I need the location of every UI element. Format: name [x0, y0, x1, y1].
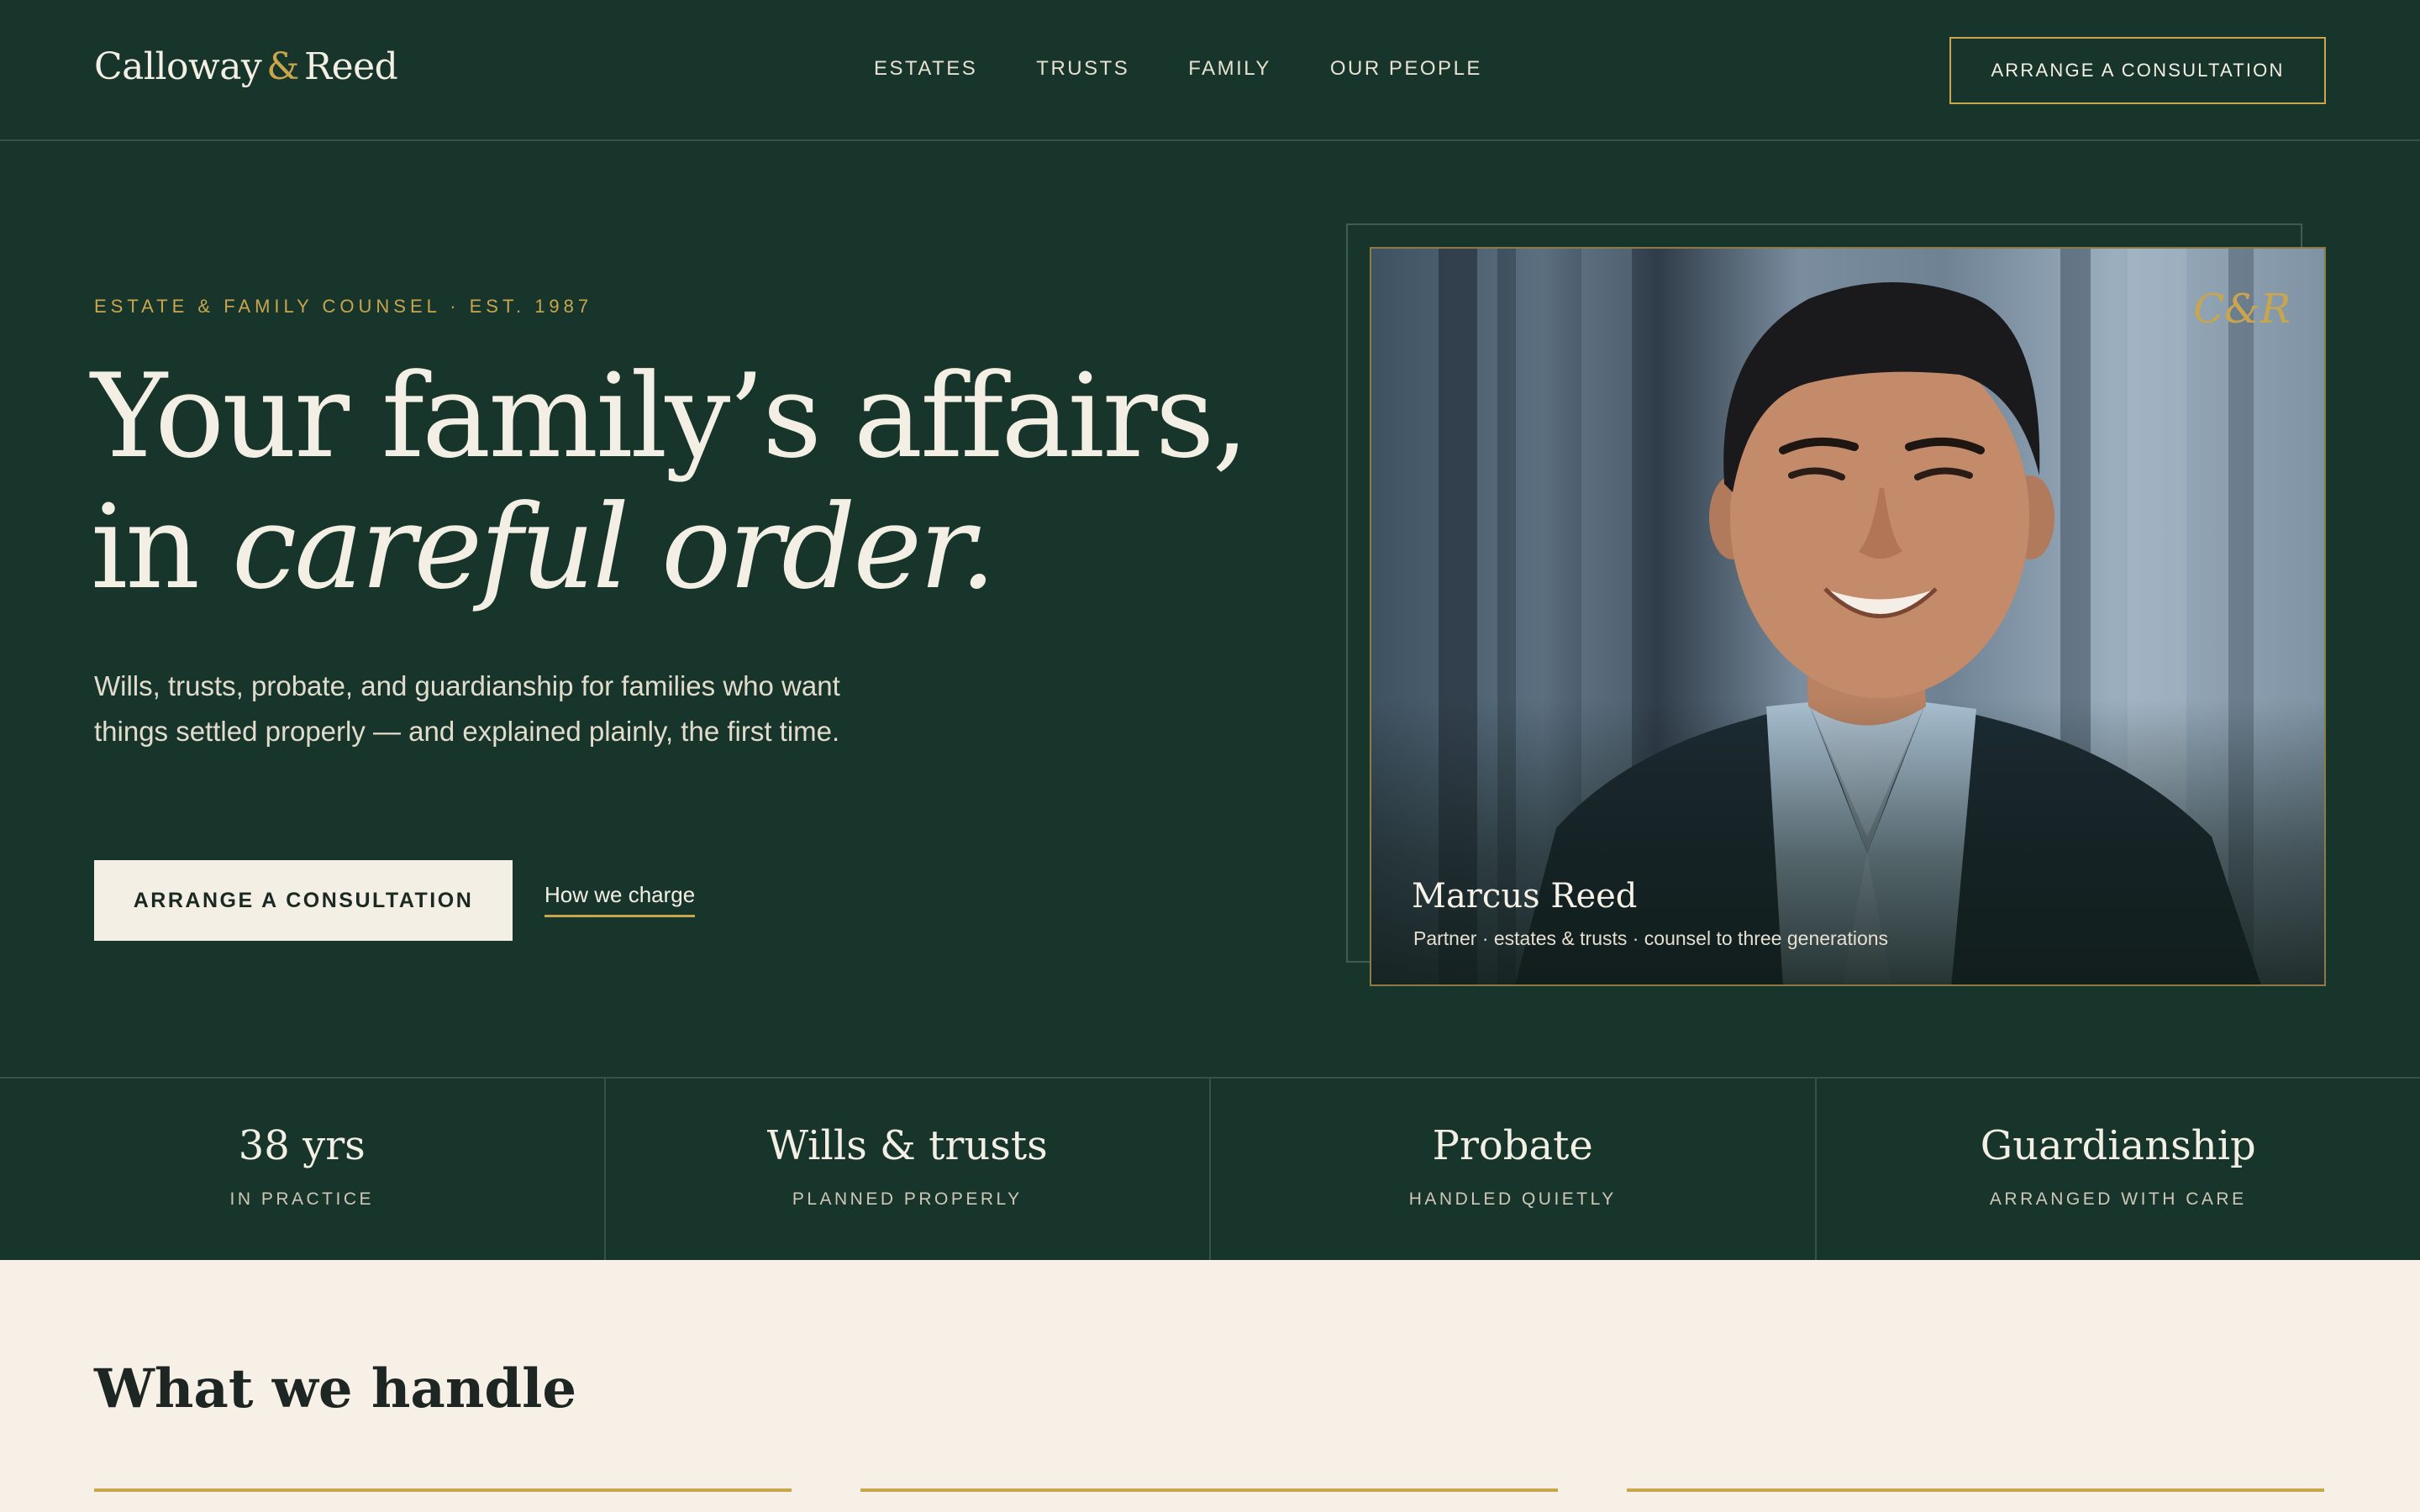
site-header: Calloway & Reed ESTATES TRUSTS FAMILY OUR …	[0, 0, 2420, 141]
stat-value: Wills & trusts	[766, 1122, 1048, 1169]
stat-item: Guardianship ARRANGED WITH CARE	[1817, 1079, 2420, 1260]
nav-item-trusts[interactable]: TRUSTS	[1036, 57, 1129, 81]
headline-line1: Your family’s affairs,	[91, 349, 1249, 484]
portrait-name: Marcus Reed	[1412, 877, 1638, 916]
brand-ampersand: &	[266, 45, 299, 88]
stat-value: Probate	[1432, 1122, 1593, 1169]
nav-item-estates[interactable]: ESTATES	[874, 57, 977, 81]
stat-item: 38 yrs IN PRACTICE	[0, 1079, 606, 1260]
header-consultation-button[interactable]: ARRANGE A CONSULTATION	[1949, 37, 2326, 104]
stat-label: HANDLED QUIETLY	[1408, 1189, 1617, 1209]
stat-item: Wills & trusts PLANNED PROPERLY	[606, 1079, 1211, 1260]
brand-logo[interactable]: Calloway & Reed	[94, 45, 398, 88]
nav-item-family[interactable]: FAMILY	[1188, 57, 1271, 81]
stat-label: ARRANGED WITH CARE	[1989, 1189, 2247, 1209]
stat-label: IN PRACTICE	[229, 1189, 374, 1209]
hero-headline: Your family’s affairs, in careful order.	[91, 351, 1301, 613]
portrait-role: Partner · estates & trusts · counsel to …	[1413, 927, 1889, 949]
headline-line2-italic: careful order.	[231, 480, 997, 615]
headline-line2-prefix: in	[91, 480, 232, 615]
partner-portrait-card: C&R Marcus Reed Partner · estates & trus…	[1370, 247, 2326, 986]
headline-line2: in careful order.	[91, 482, 1301, 613]
brand-name-part1: Calloway	[94, 45, 262, 88]
brand-name-part2: Reed	[303, 45, 398, 88]
service-card-divider	[860, 1488, 1558, 1492]
stat-value: Guardianship	[1980, 1122, 2256, 1169]
hero-lede: Wills, trusts, probate, and guardianship…	[94, 670, 840, 747]
service-card-divider	[1627, 1488, 2324, 1492]
services-title: What we handle	[94, 1357, 577, 1420]
main-nav: ESTATES TRUSTS FAMILY OUR PEOPLE	[874, 57, 1482, 81]
stat-label: PLANNED PROPERLY	[792, 1189, 1023, 1209]
monogram-logo: C&R	[2193, 286, 2291, 333]
hero-consultation-button[interactable]: ARRANGE A CONSULTATION	[94, 860, 513, 941]
stats-band: 38 yrs IN PRACTICE Wills & trusts PLANNE…	[0, 1077, 2420, 1260]
service-card-divider	[94, 1488, 792, 1492]
hero-eyebrow: ESTATE & FAMILY COUNSEL · EST. 1987	[94, 296, 593, 317]
services-section: What we handle	[0, 1260, 2420, 1512]
nav-item-our-people[interactable]: OUR PEOPLE	[1330, 57, 1482, 81]
stat-item: Probate HANDLED QUIETLY	[1211, 1079, 1817, 1260]
how-we-charge-link[interactable]: How we charge	[544, 882, 696, 917]
stat-value: 38 yrs	[238, 1122, 366, 1169]
